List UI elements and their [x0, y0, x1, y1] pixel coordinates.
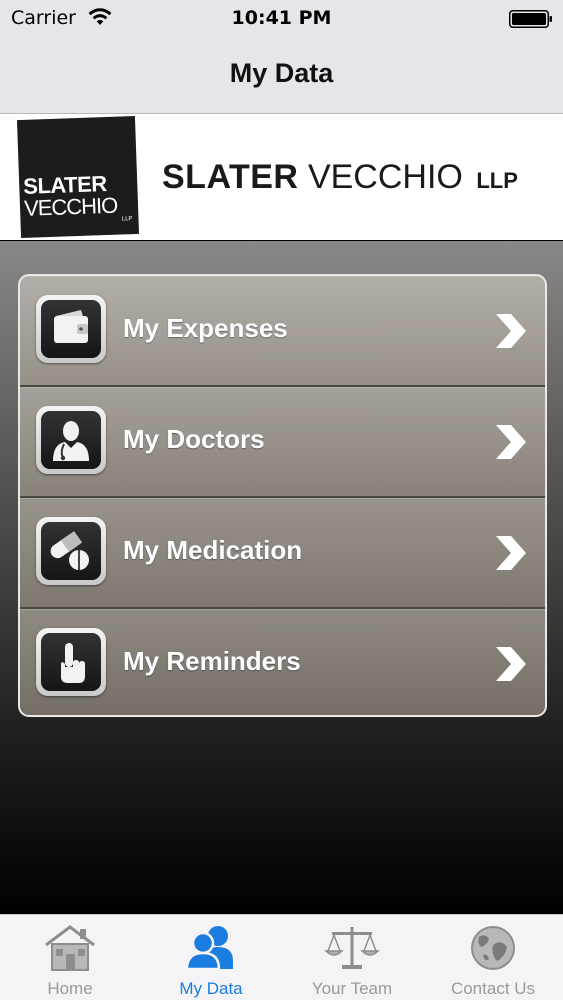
- navigation-bar: My Data: [0, 38, 563, 114]
- tab-label: Contact Us: [450, 979, 536, 998]
- scales-icon: [324, 927, 380, 969]
- wordmark-light: VECCHIO: [307, 158, 463, 196]
- pills-icon: [50, 531, 89, 570]
- menu-panel: My Expenses My Doctors My Medication My …: [18, 274, 547, 717]
- row-icon-frame: [36, 295, 106, 363]
- home-icon: [45, 925, 95, 971]
- tab-bar: Home My Data Your Team Contact Us: [0, 914, 563, 1000]
- status-time: 10:41 PM: [231, 7, 332, 29]
- logo-square-line3: LLP: [121, 216, 133, 223]
- tab-home[interactable]: Home: [0, 915, 140, 1000]
- logo-square-line2: VECCHIO: [23, 192, 118, 221]
- menu-item-my-reminders[interactable]: My Reminders: [20, 609, 545, 715]
- touch-finger-icon: [61, 643, 85, 683]
- tab-label: Your Team: [311, 979, 393, 998]
- people-icon: [185, 926, 233, 971]
- battery-icon: [509, 10, 552, 28]
- menu-item-label: My Reminders: [123, 646, 301, 676]
- tab-label: My Data: [179, 979, 243, 998]
- status-bar: Carrier 10:41 PM: [0, 0, 563, 38]
- menu-item-my-expenses[interactable]: My Expenses: [20, 276, 545, 387]
- tab-my-data[interactable]: My Data: [141, 915, 281, 1000]
- menu-item-label: My Medication: [123, 535, 303, 565]
- doctor-icon: [53, 421, 89, 461]
- tab-contact-us[interactable]: Contact Us: [423, 915, 563, 1000]
- wordmark-bold: SLATER: [162, 158, 299, 196]
- chevron-right-icon: [496, 536, 526, 570]
- tab-label: Home: [47, 979, 93, 998]
- menu-item-label: My Expenses: [123, 313, 288, 343]
- menu-item-label: My Doctors: [123, 424, 265, 454]
- menu-item-my-medication[interactable]: My Medication: [20, 498, 545, 609]
- chevron-right-icon: [496, 314, 526, 348]
- menu-item-my-doctors[interactable]: My Doctors: [20, 387, 545, 498]
- logo-wordmark: SLATER VECCHIO LLP: [162, 158, 518, 197]
- row-icon-frame: [36, 406, 106, 474]
- row-icon-frame: [36, 628, 106, 696]
- chevron-right-icon: [496, 425, 526, 459]
- brand-banner: SLATER VECCHIO LLP SLATER VECCHIO LLP: [0, 114, 563, 240]
- tab-your-team[interactable]: Your Team: [282, 915, 422, 1000]
- logo-square: SLATER VECCHIO LLP: [16, 115, 140, 239]
- page-title: My Data: [229, 58, 334, 88]
- globe-icon: [471, 926, 515, 970]
- wordmark-suffix: LLP: [476, 168, 518, 193]
- row-icon-frame: [36, 517, 106, 585]
- content-area: My Expenses My Doctors My Medication My …: [0, 241, 563, 914]
- chevron-right-icon: [496, 647, 526, 681]
- wallet-icon: [54, 310, 88, 343]
